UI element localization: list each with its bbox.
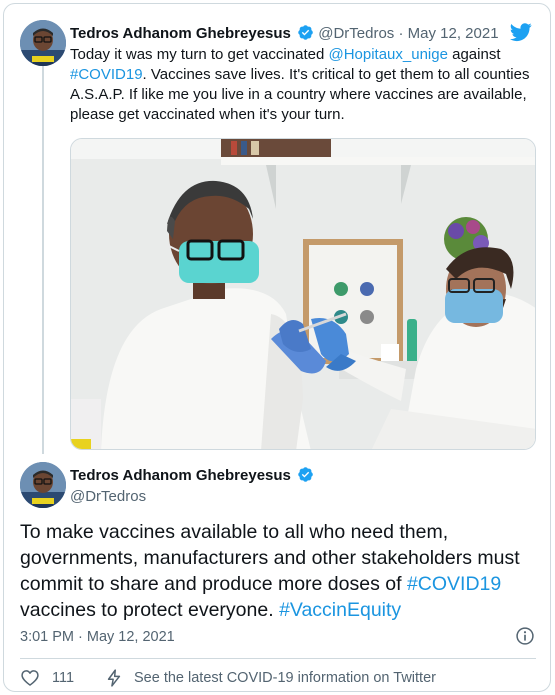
text-segment: Today it was my turn to get vaccinated: [70, 46, 329, 63]
author-name-row: Tedros Adhanom Ghebreyesus: [70, 466, 314, 486]
separator: ·: [398, 25, 404, 42]
avatar[interactable]: [20, 462, 66, 508]
tweet-photo[interactable]: [70, 138, 536, 450]
tweet-date[interactable]: May 12, 2021: [408, 25, 499, 42]
covid-info-link[interactable]: See the latest COVID-19 information on T…: [134, 670, 436, 686]
like-count[interactable]: 111: [52, 670, 88, 686]
verified-badge-icon: [298, 467, 313, 482]
tweet-timestamp[interactable]: 3:01 PM · May 12, 2021: [20, 627, 175, 647]
twitter-bird-icon[interactable]: [509, 21, 533, 43]
lightning-bolt-icon: [107, 669, 121, 687]
tweet-text: Today it was my turn to get vaccinated @…: [70, 45, 530, 125]
hashtag-link[interactable]: #COVID19: [70, 66, 143, 83]
info-circle-icon[interactable]: [515, 626, 535, 646]
hashtag-link[interactable]: #VaccinEquity: [279, 599, 401, 621]
author-handle[interactable]: @DrTedros: [318, 25, 394, 42]
tweet-header: Tedros Adhanom Ghebreyesus @DrTedros · M…: [70, 24, 499, 44]
thread-connector-line: [42, 66, 44, 454]
author-name[interactable]: Tedros Adhanom Ghebreyesus: [70, 25, 291, 42]
avatar[interactable]: [20, 20, 66, 66]
verified-badge-icon: [298, 25, 313, 40]
tweet-text: To make vaccines available to all who ne…: [20, 519, 540, 623]
mention-link[interactable]: @Hopitaux_unige: [328, 46, 447, 63]
tweet-card: Tedros Adhanom Ghebreyesus @DrTedros · M…: [3, 3, 551, 692]
hashtag-link[interactable]: #COVID19: [407, 573, 501, 595]
text-segment: vaccines to protect everyone.: [20, 599, 280, 621]
author-name[interactable]: Tedros Adhanom Ghebreyesus: [70, 467, 291, 484]
heart-icon[interactable]: [20, 668, 40, 688]
author-handle[interactable]: @DrTedros: [70, 487, 146, 507]
divider: [20, 658, 536, 659]
tweet-actions: 111 See the latest COVID-19 information …: [20, 664, 436, 691]
text-segment: against: [447, 46, 501, 63]
